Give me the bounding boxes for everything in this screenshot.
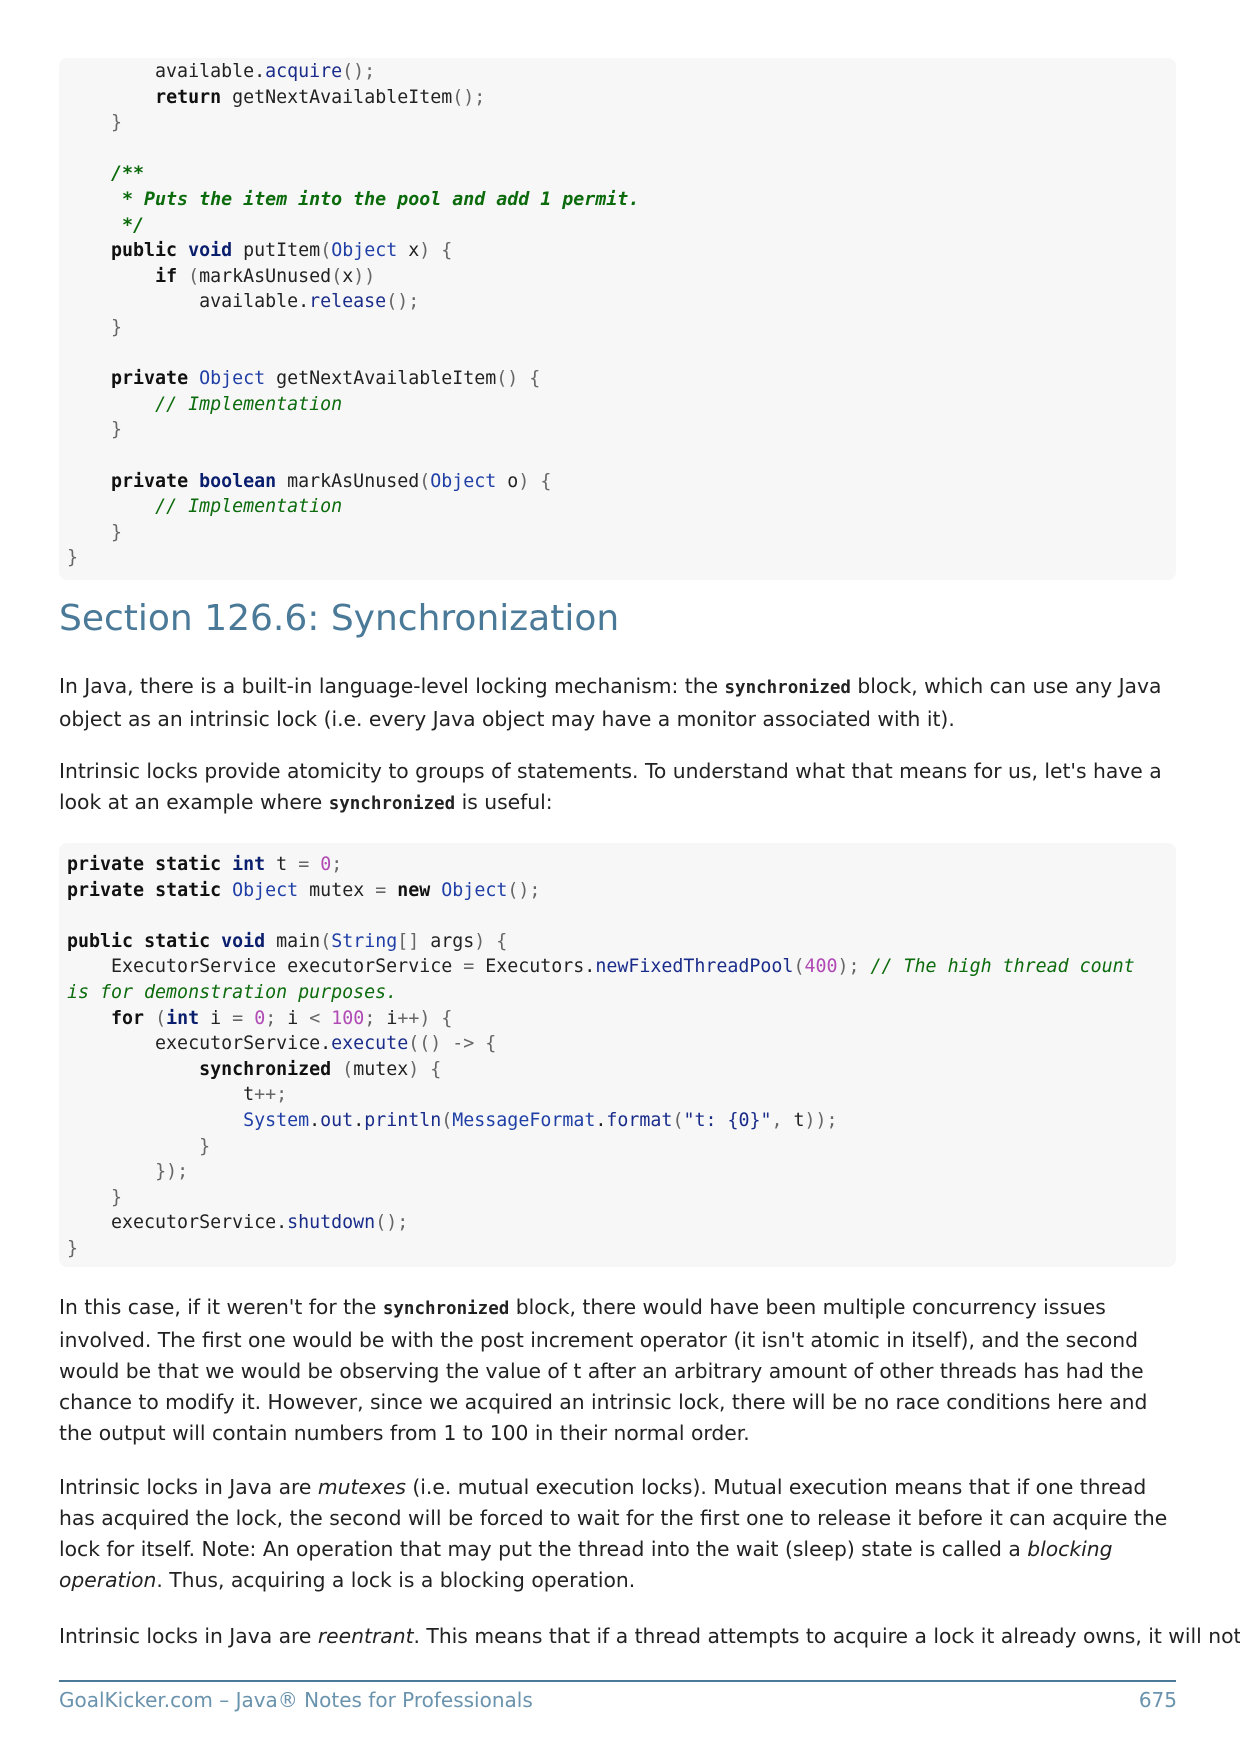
code-line: executorService.execute(() -> {	[67, 1033, 497, 1055]
code-line: */	[67, 214, 145, 236]
code-line: if (markAsUnused(x))	[155, 265, 376, 287]
code-line: // Implementation	[155, 393, 343, 415]
code-line: public static void main(String[] args) {	[67, 930, 508, 952]
section-title: Section 126.6: Synchronization	[59, 598, 620, 639]
paragraph-text: is useful:	[455, 790, 553, 814]
code-line: // Implementation	[155, 496, 343, 518]
emphasis-text: reentrant	[317, 1624, 414, 1648]
paragraph-text: Intrinsic locks provide atomicity to gro…	[59, 759, 1162, 814]
paragraph-text: In Java, there is a built-in language-le…	[59, 674, 725, 698]
code-line: available.acquire();	[67, 61, 376, 82]
code-line: });	[155, 1161, 189, 1183]
code-line: executorService.shutdown();	[67, 1212, 409, 1234]
code-line: is for demonstration purposes.	[67, 981, 398, 1003]
page-number: 675	[1138, 1688, 1177, 1712]
inline-code: synchronized	[328, 794, 456, 814]
code-line: }	[111, 1186, 123, 1208]
code-line: private static int t = 0;	[67, 854, 343, 875]
code-line: for (int i = 0; i < 100; i++) {	[111, 1007, 453, 1029]
code-line: }	[67, 547, 79, 569]
footer-source: GoalKicker.com – Java® Notes for Profess…	[59, 1688, 533, 1712]
paragraph-atomicity: Intrinsic locks provide atomicity to gro…	[59, 756, 1179, 820]
paragraph-concurrency-issues: In this case, if it weren't for the sync…	[59, 1292, 1179, 1449]
code-line: public void putItem(Object x) {	[111, 240, 453, 262]
code-line: return getNextAvailableItem();	[155, 86, 486, 108]
code-line: ExecutorService executorService = Execut…	[67, 956, 1135, 978]
paragraph-text: . Thus, acquiring a lock is a blocking o…	[156, 1568, 636, 1592]
inline-code: synchronized	[382, 1299, 510, 1319]
code-line: }	[67, 1237, 79, 1259]
paragraph-text: Intrinsic locks in Java are	[59, 1475, 318, 1499]
footer-divider	[59, 1680, 1176, 1682]
code-block-object-pool: available.acquire(); return getNextAvail…	[59, 58, 1176, 580]
code-line: }	[199, 1135, 211, 1157]
paragraph-text: In this case, if it weren't for the	[59, 1295, 383, 1319]
code-line: private static Object mutex = new Object…	[67, 879, 541, 901]
code-line: private Object getNextAvailableItem() {	[111, 368, 541, 390]
code-line: * Puts the item into the pool and add 1 …	[67, 188, 640, 210]
inline-code: synchronized	[724, 678, 851, 698]
code-line: synchronized (mutex) {	[199, 1058, 442, 1080]
code-line: }	[111, 419, 123, 441]
code-line: private boolean markAsUnused(Object o) {	[111, 470, 552, 492]
code-line: }	[111, 521, 123, 543]
code-line: System.out.println(MessageFormat.format(…	[243, 1109, 838, 1131]
paragraph-reentrant: Intrinsic locks in Java are reentrant. T…	[59, 1621, 1240, 1652]
paragraph-synchronized-intro: In Java, there is a built-in language-le…	[59, 671, 1179, 735]
paragraph-text: Intrinsic locks in Java are	[59, 1624, 318, 1648]
paragraph-text: . This means that if a thread attempts t…	[413, 1624, 1240, 1648]
code-line: available.release();	[67, 291, 420, 313]
code-line: /**	[111, 163, 145, 185]
code-line: }	[111, 316, 123, 338]
emphasis-text: mutexes	[317, 1475, 406, 1499]
paragraph-mutexes: Intrinsic locks in Java are mutexes (i.e…	[59, 1472, 1179, 1596]
code-line: t++;	[67, 1084, 288, 1106]
code-block-synchronized-example: private static int t = 0; private static …	[59, 843, 1176, 1267]
code-line: }	[111, 112, 123, 134]
